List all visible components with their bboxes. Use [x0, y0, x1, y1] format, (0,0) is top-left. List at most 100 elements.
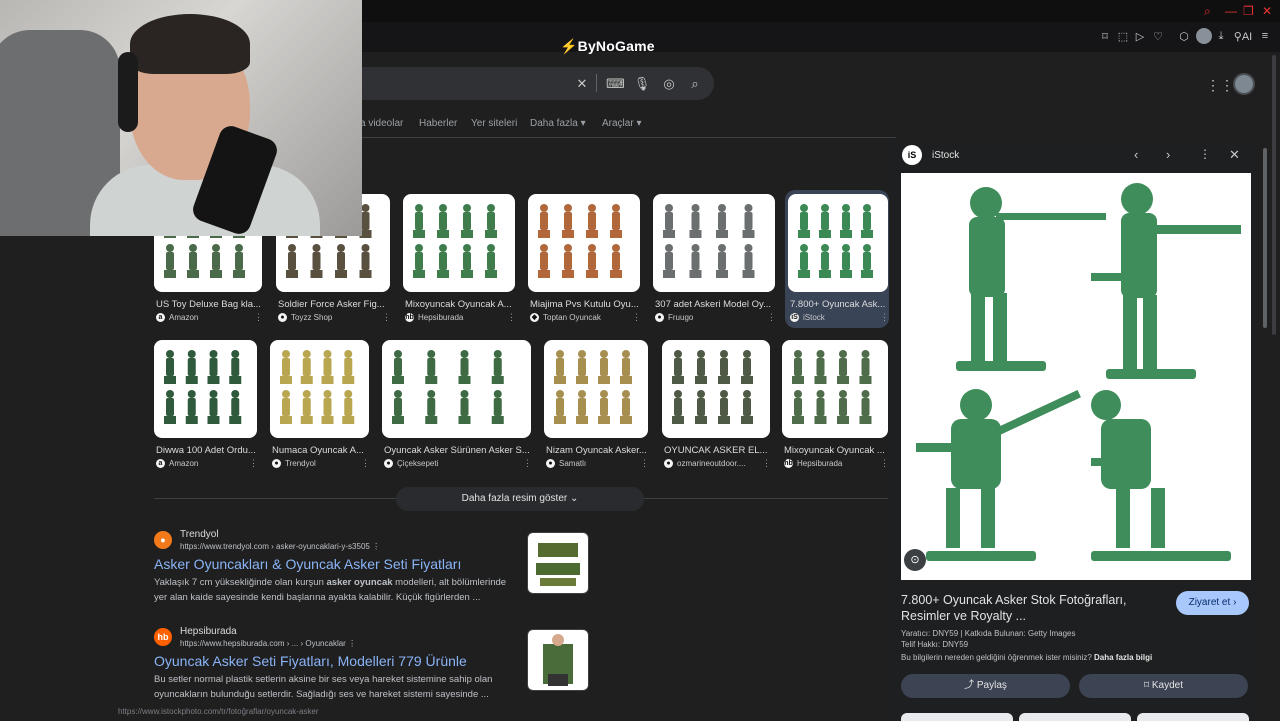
more-options-icon[interactable]: ⋮ — [762, 458, 771, 469]
trendyol-logo-icon: ● — [154, 531, 172, 549]
result-url[interactable]: https://www.trendyol.com › asker-oyuncak… — [180, 542, 380, 551]
image-source[interactable]: hb Hepsiburada — [405, 313, 463, 322]
microphone-icon[interactable]: 🎙 — [633, 76, 651, 92]
image-caption[interactable]: OYUNCAK ASKER EL... — [664, 445, 768, 456]
more-options-icon[interactable]: ⋮ — [254, 312, 263, 323]
more-options-icon[interactable]: ⋮ — [382, 312, 391, 323]
tab-more[interactable]: Daha fazla ▾ — [530, 118, 586, 129]
result-thumbnail[interactable] — [527, 629, 589, 691]
prev-image-icon[interactable]: ‹ — [1134, 147, 1138, 162]
clear-search-icon[interactable]: ✕ — [573, 76, 591, 92]
tab-videos[interactable]: a videolar — [360, 118, 403, 129]
more-options-icon[interactable]: ⋮ — [880, 312, 889, 323]
download-icon[interactable]: ⤓ — [1213, 30, 1229, 43]
image-source[interactable]: hb Hepsiburada — [784, 459, 842, 468]
image-source[interactable]: ● Toyzz Shop — [278, 313, 332, 322]
image-thumbnail[interactable] — [382, 340, 531, 438]
result-title[interactable]: Asker Oyuncakları & Oyuncak Asker Seti F… — [154, 556, 461, 572]
search-input[interactable] — [340, 67, 714, 100]
play-icon[interactable]: ▷ — [1132, 30, 1148, 43]
more-options-icon[interactable]: ⋮ — [348, 639, 356, 648]
panel-title[interactable]: 7.800+ Oyuncak Asker Stok Fotoğrafları, … — [901, 592, 1161, 624]
more-options-icon[interactable]: ⋮ — [507, 312, 516, 323]
panel-scrollbar[interactable] — [1263, 148, 1267, 328]
page-scrollbar[interactable] — [1272, 55, 1276, 335]
image-caption[interactable]: Numaca Oyuncak A... — [272, 445, 367, 456]
menu-icon[interactable]: ≡ — [1257, 30, 1273, 42]
image-source[interactable]: a Amazon — [156, 459, 198, 468]
more-options-icon[interactable]: ⋮ — [523, 458, 532, 469]
more-options-icon[interactable]: ⋮ — [372, 542, 380, 551]
more-options-icon[interactable]: ⋮ — [767, 312, 776, 323]
more-images-button[interactable]: Daha fazla resim göster ⌄ — [396, 487, 644, 511]
image-caption[interactable]: Oyuncak Asker Sürünen Asker S... — [384, 445, 529, 456]
image-thumbnail[interactable] — [403, 194, 515, 292]
result-thumbnail[interactable] — [527, 532, 589, 594]
result-site-name[interactable]: Hepsiburada — [180, 626, 237, 637]
search-icon[interactable]: ⌕ — [1204, 4, 1211, 19]
result-title[interactable]: Oyuncak Asker Seti Fiyatları, Modelleri … — [154, 653, 467, 669]
image-thumbnail[interactable] — [544, 340, 648, 438]
image-caption[interactable]: Nizam Oyuncak Asker... — [546, 445, 646, 456]
image-source[interactable]: iS iStock — [790, 313, 825, 322]
restore-icon[interactable]: ❐ — [1243, 4, 1254, 18]
more-options-icon[interactable]: ⋮ — [880, 458, 889, 469]
image-thumbnail[interactable] — [782, 340, 888, 438]
close-window-icon[interactable]: ✕ — [1262, 4, 1272, 18]
tab-web[interactable]: Yer siteleri — [471, 118, 517, 129]
image-caption[interactable]: 7.800+ Oyuncak Ask... — [790, 299, 886, 310]
image-source[interactable]: ◆ Toptan Oyuncak — [530, 313, 601, 322]
image-thumbnail[interactable] — [788, 194, 888, 292]
lens-icon[interactable]: ◎ — [660, 76, 678, 92]
tab-news[interactable]: Haberler — [419, 118, 457, 129]
image-caption[interactable]: Diwwa 100 Adet Ordu... — [156, 445, 255, 456]
image-source[interactable]: ● ozmarineoutdoor.... — [664, 459, 745, 468]
next-image-icon[interactable]: › — [1166, 147, 1170, 162]
minimize-icon[interactable]: — — [1225, 4, 1237, 18]
profile-avatar[interactable] — [1196, 28, 1212, 44]
image-source[interactable]: ● Trendyol — [272, 459, 316, 468]
image-thumbnail[interactable] — [653, 194, 775, 292]
more-options-icon[interactable]: ⋮ — [1199, 147, 1211, 161]
share-button[interactable]: ⤴ Paylaş — [901, 674, 1070, 698]
share-icon: ⤴ — [964, 680, 975, 691]
bynogame-logo[interactable]: ⚡ByNoGame — [560, 38, 655, 55]
ai-icon[interactable]: ⚲AI — [1232, 30, 1254, 43]
image-caption[interactable]: US Toy Deluxe Bag kla... — [156, 299, 260, 310]
visit-button[interactable]: Ziyaret et › — [1176, 591, 1249, 615]
screenshot-icon[interactable]: ⬚ — [1115, 30, 1131, 43]
image-source[interactable]: ● Çiçeksepeti — [384, 459, 438, 468]
source-name: Trendyol — [285, 459, 316, 468]
image-caption[interactable]: Soldier Force Asker Fig... — [278, 299, 388, 310]
result-site-name[interactable]: Trendyol — [180, 529, 219, 540]
preview-image[interactable] — [901, 173, 1251, 580]
image-source[interactable]: ● Samatlı — [546, 459, 586, 468]
more-options-icon[interactable]: ⋮ — [249, 458, 258, 469]
keyboard-icon[interactable]: ⌨ — [606, 76, 625, 92]
more-options-icon[interactable]: ⋮ — [361, 458, 370, 469]
account-avatar[interactable] — [1233, 73, 1255, 95]
more-options-icon[interactable]: ⋮ — [632, 312, 641, 323]
extensions-icon[interactable]: ⬡ — [1176, 30, 1192, 43]
close-panel-icon[interactable]: ✕ — [1229, 147, 1240, 163]
image-caption[interactable]: Miajima Pvs Kutulu Oyu... — [530, 299, 638, 310]
more-options-icon[interactable]: ⋮ — [640, 458, 649, 469]
tab-tools[interactable]: Araçlar ▾ — [602, 118, 642, 129]
image-thumbnail[interactable] — [270, 340, 369, 438]
result-url[interactable]: https://www.hepsiburada.com › ... › Oyun… — [180, 639, 356, 648]
image-source[interactable]: ● Fruugo — [655, 313, 693, 322]
image-source[interactable]: a Amazon — [156, 313, 198, 322]
image-thumbnail[interactable] — [662, 340, 770, 438]
learn-more-link[interactable]: Daha fazla bilgi — [1094, 653, 1152, 662]
image-caption[interactable]: 307 adet Askeri Model Oy... — [655, 299, 773, 310]
save-button[interactable]: ⌑ Kaydet — [1079, 674, 1248, 698]
panel-source[interactable]: iStock — [932, 150, 959, 161]
search-submit-icon[interactable]: ⌕ — [686, 76, 704, 92]
heart-icon[interactable]: ♡ — [1150, 30, 1166, 43]
google-lens-icon[interactable]: ⊙ — [904, 549, 926, 571]
image-thumbnail[interactable] — [528, 194, 640, 292]
image-thumbnail[interactable] — [154, 340, 257, 438]
image-caption[interactable]: Mixoyuncak Oyuncak A... — [405, 299, 513, 310]
image-caption[interactable]: Mixoyuncak Oyuncak ... — [784, 445, 886, 456]
bookmark-icon[interactable]: ⌑ — [1097, 30, 1113, 43]
